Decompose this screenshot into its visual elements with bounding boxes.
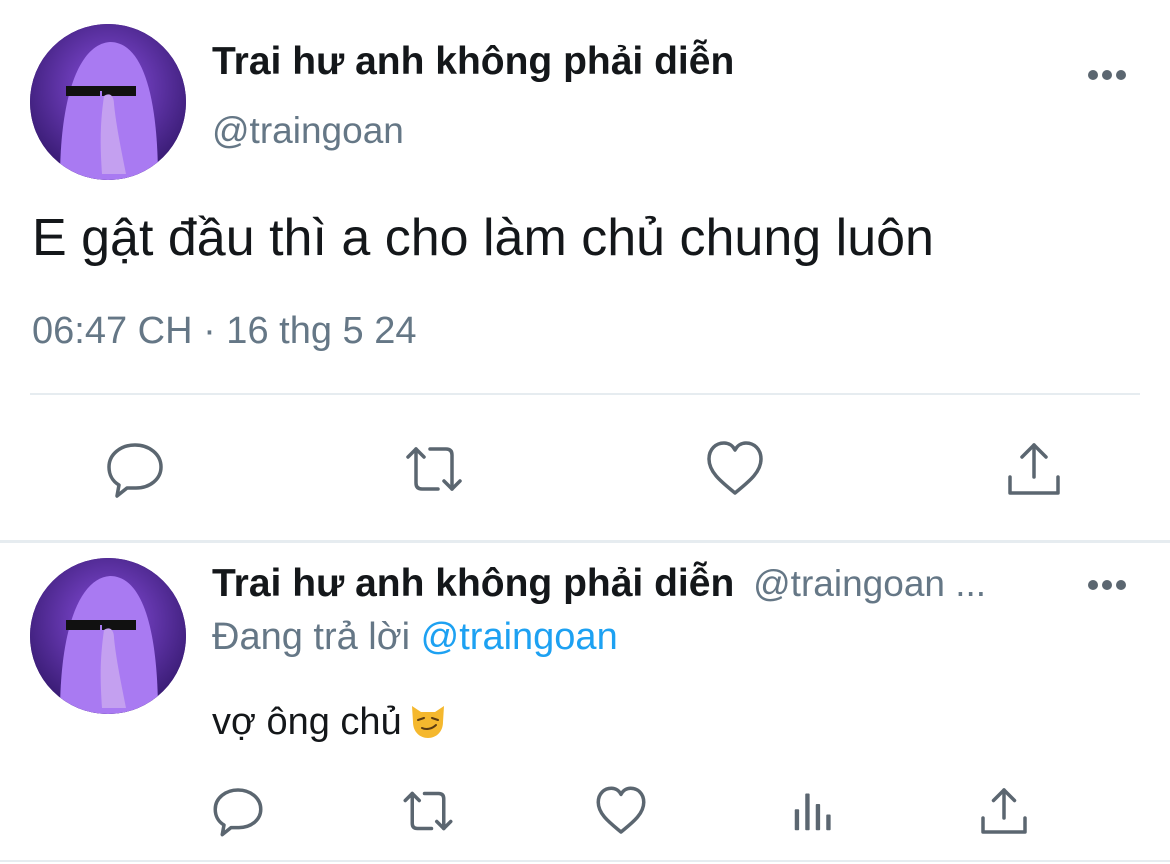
analytics-icon[interactable] (786, 783, 842, 839)
reply-header: Trai hư anh không phải diễn @traingoan .… (212, 562, 986, 606)
bottom-divider (0, 860, 1170, 862)
reply-author-handle[interactable]: @traingoan ... (753, 563, 986, 604)
retweet-icon[interactable] (402, 437, 466, 501)
divider (30, 393, 1140, 395)
more-options-icon[interactable] (1088, 70, 1128, 82)
reply-icon[interactable] (103, 437, 167, 501)
replying-mention-link[interactable]: @traingoan (421, 616, 618, 658)
retweet-icon[interactable] (400, 783, 456, 839)
avatar-image (30, 558, 186, 714)
tweet-text: E gật đầu thì a cho làm chủ chung luôn (32, 209, 934, 267)
reply-text: vợ ông chủ (212, 700, 448, 744)
replying-prefix: Đang trả lời (212, 616, 411, 658)
like-icon[interactable] (703, 437, 767, 501)
share-icon[interactable] (976, 783, 1032, 839)
reply-author-name[interactable]: Trai hư anh không phải diễn (212, 562, 734, 605)
reply-avatar[interactable] (30, 558, 186, 714)
reply-more-options-icon[interactable] (1088, 580, 1128, 592)
tweet-timestamp[interactable]: 06:47 CH · 16 thg 5 24 (32, 310, 416, 353)
avatar[interactable] (30, 24, 186, 180)
share-icon[interactable] (1002, 437, 1066, 501)
replying-to: Đang trả lời @traingoan (212, 616, 618, 659)
tweet-author-handle[interactable]: @traingoan (212, 110, 404, 152)
section-divider (0, 540, 1170, 543)
avatar-image (30, 24, 186, 180)
like-icon[interactable] (593, 783, 649, 839)
reply-icon[interactable] (210, 783, 266, 839)
tweet-author-name[interactable]: Trai hư anh không phải diễn (212, 40, 734, 84)
reply-text-content: vợ ông chủ (212, 701, 402, 743)
smirking-cat-emoji (411, 706, 444, 738)
